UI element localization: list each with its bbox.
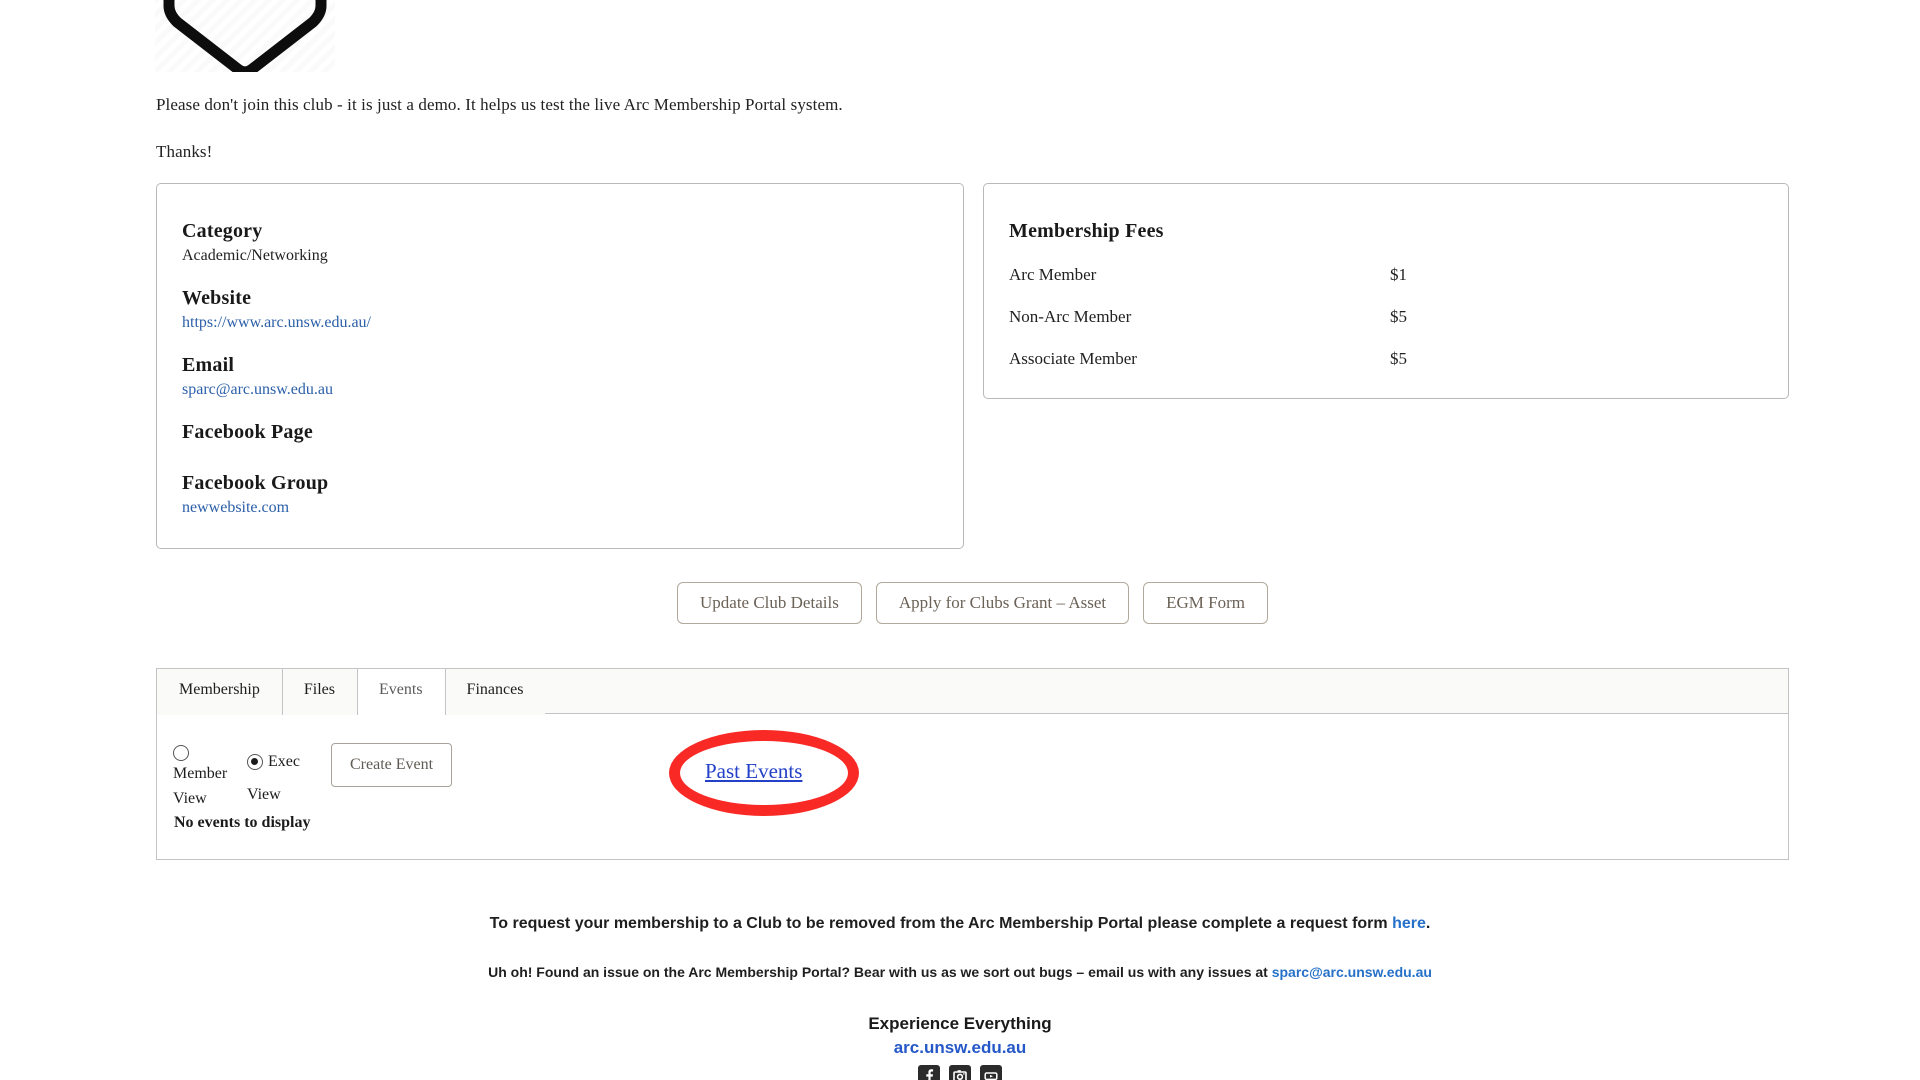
radio-label-line1: Member: [173, 765, 228, 782]
club-tabs-block: Membership Files Events Finances Member …: [156, 668, 1789, 860]
membership-fees-card: Membership Fees Arc Member $1 Non-Arc Me…: [983, 183, 1789, 399]
youtube-icon[interactable]: [980, 1065, 1002, 1080]
page-footer: To request your membership to a Club to …: [0, 915, 1920, 1080]
club-details-card: Category Academic/Networking Website htt…: [156, 183, 964, 549]
fee-row: Non-Arc Member $5: [1009, 307, 1788, 327]
website-link[interactable]: https://www.arc.unsw.edu.au/: [182, 314, 371, 331]
update-club-details-button[interactable]: Update Club Details: [677, 582, 862, 624]
radio-label-line2: View: [247, 786, 281, 803]
apply-clubs-grant-button[interactable]: Apply for Clubs Grant – Asset: [875, 582, 1130, 624]
egm-form-button[interactable]: EGM Form: [1143, 582, 1268, 624]
footer-tagline: Experience Everything: [868, 1014, 1052, 1033]
fee-name: Arc Member: [1009, 265, 1097, 284]
instagram-icon[interactable]: [949, 1065, 971, 1080]
past-events-link[interactable]: Past Events: [705, 759, 802, 783]
social-links-row: [0, 1065, 1920, 1080]
email-link[interactable]: sparc@arc.unsw.edu.au: [182, 381, 333, 398]
footer-site-link[interactable]: arc.unsw.edu.au: [0, 1038, 1920, 1058]
issue-text-before: Uh oh! Found an issue on the Arc Members…: [488, 964, 1272, 980]
removal-request-here-link[interactable]: here: [1392, 915, 1426, 932]
events-tab-panel: Member View Exec View Create Event Past …: [156, 714, 1789, 860]
field-label: Facebook Page: [182, 421, 313, 443]
fees-title: Membership Fees: [1009, 220, 1164, 242]
intro-paragraph-2: Thanks!: [156, 142, 213, 161]
view-mode-radio-group: Member View Exec View: [173, 743, 309, 811]
radio-circle-icon[interactable]: [173, 745, 189, 761]
fee-name: Associate Member: [1009, 349, 1137, 368]
fee-price: $5: [1390, 349, 1407, 368]
tabstrip: Membership Files Events Finances: [156, 668, 1789, 717]
field-label: Email: [182, 354, 235, 376]
create-event-button[interactable]: Create Event: [331, 743, 453, 787]
field-label: Facebook Group: [182, 472, 329, 494]
issue-email-link[interactable]: sparc@arc.unsw.edu.au: [1272, 964, 1432, 980]
events-controls-row: Member View Exec View Create Event: [173, 743, 453, 811]
past-events-wrap: Past Events: [705, 759, 802, 784]
intro-paragraph-1: Please don't join this club - it is just…: [156, 95, 843, 114]
issue-report-notice: Uh oh! Found an issue on the Arc Members…: [0, 964, 1920, 980]
club-action-buttons: Update Club Details Apply for Clubs Gran…: [156, 582, 1789, 624]
fee-row: Associate Member $5: [1009, 349, 1788, 369]
radio-exec-view[interactable]: Exec View: [247, 745, 309, 811]
radio-label-line2: View: [173, 790, 207, 807]
fee-name: Non-Arc Member: [1009, 307, 1132, 326]
field-facebook-group: Facebook Group newwebsite.com: [182, 472, 963, 517]
field-value-empty: [182, 448, 963, 450]
tab-events[interactable]: Events: [357, 669, 445, 717]
radio-circle-selected-icon[interactable]: [247, 753, 263, 770]
club-logo: [155, 0, 335, 72]
no-events-message: No events to display: [174, 814, 311, 831]
facebook-icon[interactable]: [918, 1065, 940, 1080]
field-value: Academic/Networking: [182, 247, 328, 264]
tab-files[interactable]: Files: [281, 669, 357, 715]
radio-member-view[interactable]: Member View: [173, 745, 235, 811]
fee-price: $5: [1390, 307, 1407, 326]
field-label: Website: [182, 287, 252, 309]
tab-membership[interactable]: Membership: [157, 669, 282, 715]
club-details-page: Please don't join this club - it is just…: [0, 0, 1920, 1080]
membership-removal-notice: To request your membership to a Club to …: [0, 915, 1920, 933]
field-website: Website https://www.arc.unsw.edu.au/: [182, 287, 963, 332]
radio-label-line1: Exec: [268, 753, 300, 770]
fee-row: Arc Member $1: [1009, 265, 1788, 285]
field-facebook-page: Facebook Page: [182, 421, 963, 450]
field-label: Category: [182, 220, 263, 242]
removal-text-before: To request your membership to a Club to …: [489, 915, 1393, 932]
facebook-group-link[interactable]: newwebsite.com: [182, 499, 289, 516]
field-category: Category Academic/Networking: [182, 220, 963, 265]
fee-price: $1: [1390, 265, 1407, 284]
field-email: Email sparc@arc.unsw.edu.au: [182, 354, 963, 399]
tab-finances[interactable]: Finances: [444, 669, 546, 715]
removal-text-after: .: [1425, 915, 1431, 932]
